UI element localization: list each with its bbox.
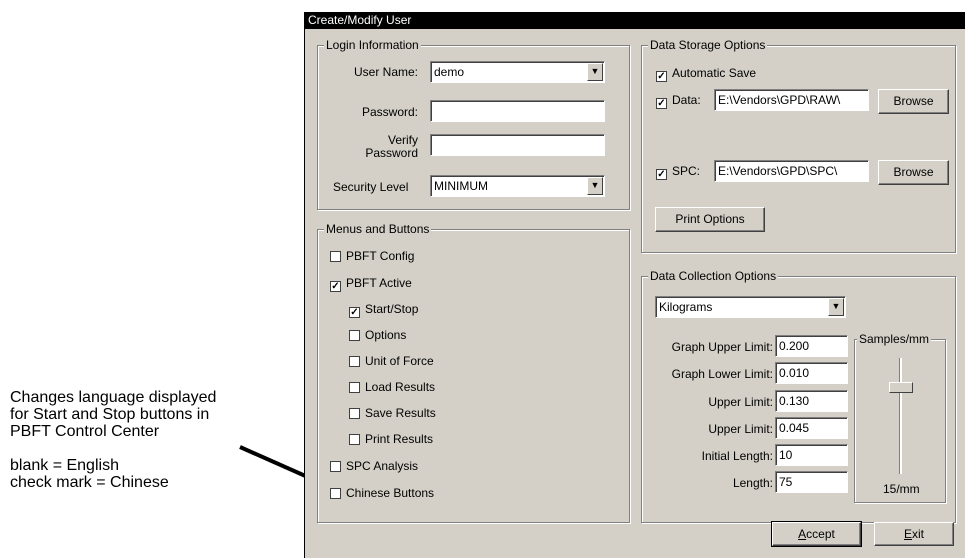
menus-and-buttons-group: Menus and Buttons PBFT Config ✓ PBFT Acti… bbox=[317, 222, 630, 523]
checkbox-box[interactable] bbox=[349, 330, 360, 341]
check-icon[interactable]: ✓ bbox=[330, 281, 341, 292]
samples-slider-thumb[interactable] bbox=[889, 382, 913, 393]
initial-length-field[interactable]: 10 bbox=[775, 444, 848, 466]
data-storage-options-group: Data Storage Options ✓ Automatic Save ✓ Da… bbox=[641, 38, 956, 253]
initial-length-label: Initial Length: bbox=[701, 449, 773, 463]
spc-path-field[interactable]: E:\Vendors\GPD\SPC\ bbox=[714, 160, 869, 182]
checkbox-label: Load Results bbox=[365, 380, 436, 394]
data-checkbox[interactable]: ✓ Data: bbox=[656, 93, 701, 109]
verify-password-field[interactable] bbox=[430, 134, 605, 156]
upper-limit-field[interactable]: 0.130 bbox=[775, 390, 848, 412]
check-icon[interactable]: ✓ bbox=[656, 98, 667, 109]
samples-slider-track[interactable] bbox=[899, 358, 902, 474]
samples-per-mm-group: Samples/mm 15/mm bbox=[854, 332, 946, 503]
accept-button[interactable]: Accept bbox=[771, 521, 862, 547]
chinese-buttons-checkbox[interactable]: Chinese Buttons bbox=[330, 486, 434, 500]
checkbox-box[interactable] bbox=[349, 434, 360, 445]
check-icon[interactable]: ✓ bbox=[656, 169, 667, 180]
accept-label-rest: ccept bbox=[806, 527, 835, 541]
window-title: Create/Modify User bbox=[305, 12, 965, 29]
graph-lower-limit-label: Graph Lower Limit: bbox=[671, 367, 773, 381]
check-icon[interactable]: ✓ bbox=[656, 71, 667, 82]
checkbox-box[interactable] bbox=[349, 356, 360, 367]
options-checkbox[interactable]: Options bbox=[349, 328, 406, 342]
upper-limit-field-2[interactable]: 0.045 bbox=[775, 417, 848, 439]
length-label: Length: bbox=[732, 476, 773, 490]
user-name-combo[interactable]: demo ▼ bbox=[430, 61, 605, 83]
upper-limit-label: Upper Limit: bbox=[708, 395, 773, 409]
data-path-field[interactable]: E:\Vendors\GPD\RAW\ bbox=[714, 89, 869, 111]
checkbox-label: Chinese Buttons bbox=[346, 486, 435, 500]
check-icon[interactable]: ✓ bbox=[349, 307, 360, 318]
password-field[interactable] bbox=[430, 100, 605, 122]
pbft-active-checkbox[interactable]: ✓ PBFT Active bbox=[330, 276, 412, 292]
pbft-config-checkbox[interactable]: PBFT Config bbox=[330, 249, 414, 263]
start-stop-checkbox[interactable]: ✓ Start/Stop bbox=[349, 302, 418, 318]
checkbox-label: Automatic Save bbox=[672, 66, 757, 80]
checkbox-label: SPC: bbox=[672, 164, 701, 178]
checkbox-label: Start/Stop bbox=[365, 302, 419, 316]
exit-button[interactable]: Exit bbox=[874, 522, 954, 546]
load-results-checkbox[interactable]: Load Results bbox=[349, 380, 435, 394]
samples-value: 15/mm bbox=[883, 482, 920, 496]
password-label: Password: bbox=[361, 105, 418, 119]
print-results-checkbox[interactable]: Print Results bbox=[349, 432, 433, 446]
graph-upper-limit-label: Graph Upper Limit: bbox=[671, 340, 773, 354]
print-options-button[interactable]: Print Options bbox=[655, 207, 765, 232]
checkbox-label: Unit of Force bbox=[365, 354, 434, 368]
checkbox-label: Save Results bbox=[365, 406, 436, 420]
spc-checkbox[interactable]: ✓ SPC: bbox=[656, 164, 700, 180]
security-level-combo[interactable]: MINIMUM ▼ bbox=[430, 175, 605, 197]
checkbox-label: PBFT Active bbox=[346, 276, 412, 290]
checkbox-label: Options bbox=[365, 328, 407, 342]
graph-upper-limit-field[interactable]: 0.200 bbox=[775, 335, 848, 357]
verify-label-line1: Verify bbox=[387, 133, 418, 147]
data-storage-options-legend: Data Storage Options bbox=[648, 38, 768, 53]
length-field[interactable]: 75 bbox=[775, 471, 848, 493]
upper-limit-label-2: Upper Limit: bbox=[708, 422, 773, 436]
security-level-label: Security Level bbox=[333, 180, 409, 194]
chevron-down-icon[interactable]: ▼ bbox=[828, 298, 844, 316]
security-level-value: MINIMUM bbox=[434, 179, 488, 193]
samples-per-mm-legend: Samples/mm bbox=[857, 332, 932, 347]
checkbox-box[interactable] bbox=[349, 382, 360, 393]
checkbox-box[interactable] bbox=[330, 251, 341, 262]
graph-lower-limit-field[interactable]: 0.010 bbox=[775, 362, 848, 384]
spc-analysis-checkbox[interactable]: SPC Analysis bbox=[330, 459, 418, 473]
save-results-checkbox[interactable]: Save Results bbox=[349, 406, 436, 420]
automatic-save-checkbox[interactable]: ✓ Automatic Save bbox=[656, 66, 756, 82]
checkbox-box[interactable] bbox=[330, 461, 341, 472]
data-collection-options-group: Data Collection Options Kilograms ▼ Grap… bbox=[641, 269, 956, 523]
chevron-down-icon[interactable]: ▼ bbox=[587, 63, 603, 81]
checkbox-box[interactable] bbox=[330, 488, 341, 499]
menus-and-buttons-legend: Menus and Buttons bbox=[324, 222, 432, 237]
checkbox-label: SPC Analysis bbox=[346, 459, 419, 473]
login-information-legend: Login Information bbox=[324, 38, 421, 53]
accept-accelerator: A bbox=[798, 527, 807, 541]
checkbox-label: Print Results bbox=[365, 432, 434, 446]
chevron-down-icon[interactable]: ▼ bbox=[587, 177, 603, 195]
unit-of-force-checkbox[interactable]: Unit of Force bbox=[349, 354, 434, 368]
exit-label-rest: xit bbox=[912, 527, 924, 541]
spc-browse-button[interactable]: Browse bbox=[878, 160, 949, 185]
data-collection-options-legend: Data Collection Options bbox=[648, 269, 779, 284]
checkbox-box[interactable] bbox=[349, 408, 360, 419]
login-information-group: Login Information User Name: demo ▼ Pass… bbox=[317, 38, 630, 210]
exit-accelerator: E bbox=[903, 527, 912, 541]
checkbox-label: PBFT Config bbox=[346, 249, 415, 263]
create-modify-user-dialog: Create/Modify User Login Information Use… bbox=[304, 12, 965, 558]
checkbox-label: Data: bbox=[672, 93, 701, 107]
unit-value: Kilograms bbox=[659, 300, 713, 314]
user-name-label: User Name: bbox=[353, 65, 418, 79]
verify-label-line2: Password bbox=[365, 146, 418, 160]
data-browse-button[interactable]: Browse bbox=[878, 89, 949, 114]
unit-combo[interactable]: Kilograms ▼ bbox=[655, 296, 846, 318]
user-name-value: demo bbox=[434, 65, 465, 79]
